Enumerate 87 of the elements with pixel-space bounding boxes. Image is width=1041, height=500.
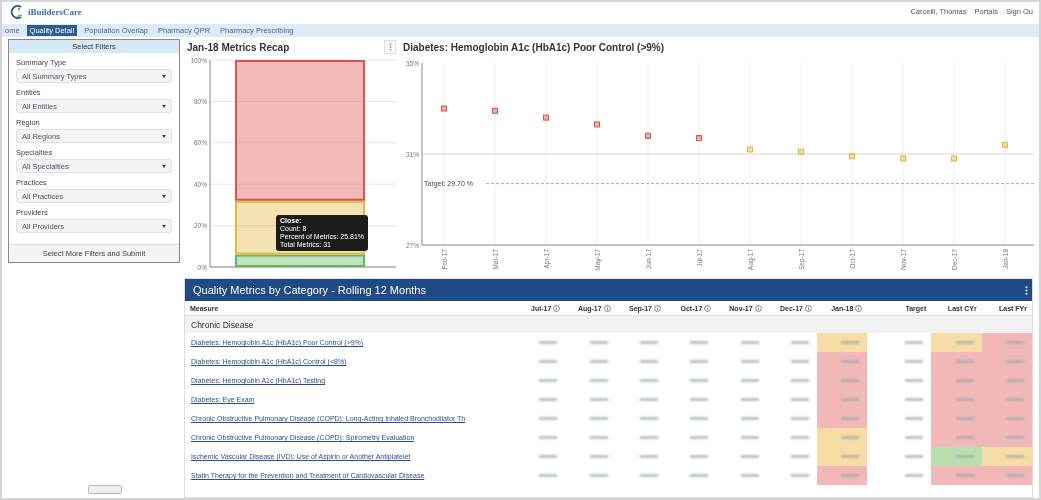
- blurred-value: [740, 455, 759, 458]
- caret-icon: [162, 194, 166, 198]
- blurred-value: [740, 360, 759, 363]
- blurred-value: [589, 398, 608, 401]
- blurred-value: [539, 474, 558, 477]
- blurred-value: [791, 455, 809, 458]
- caret-icon: [162, 224, 166, 228]
- blurred-value: [740, 398, 759, 401]
- blurred-value: [640, 360, 658, 363]
- blurred-value: [791, 360, 809, 363]
- blurred-value: [690, 417, 709, 420]
- info-icon[interactable]: [855, 304, 863, 312]
- blurred-value: [589, 341, 608, 344]
- blurred-value: [589, 455, 608, 458]
- blurred-value: [905, 417, 924, 420]
- blurred-value: [905, 455, 924, 458]
- menu-button[interactable]: [384, 40, 396, 54]
- blurred-value: [589, 436, 608, 439]
- blurred-value: [791, 474, 809, 477]
- blurred-value: [905, 436, 924, 439]
- blurred-value: [690, 436, 709, 439]
- blurred-value: [640, 398, 658, 401]
- blurred-value: [791, 379, 809, 382]
- info-icon[interactable]: [654, 304, 661, 312]
- blurred-value: [690, 474, 709, 477]
- blurred-value: [539, 436, 558, 439]
- blurred-value: [690, 455, 709, 458]
- blurred-value: [791, 341, 809, 344]
- blurred-value: [690, 341, 709, 344]
- data-point[interactable]: [798, 148, 804, 155]
- blurred-value: [589, 360, 608, 363]
- info-icon[interactable]: [805, 304, 812, 312]
- blurred-value: [539, 455, 558, 458]
- blurred-value: [640, 436, 658, 439]
- blurred-value: [740, 379, 759, 382]
- blurred-value: [589, 474, 608, 477]
- blurred-value: [791, 417, 809, 420]
- blurred-value: [791, 398, 809, 401]
- blurred-value: [640, 455, 658, 458]
- blurred-value: [539, 360, 558, 363]
- blurred-value: [589, 417, 608, 420]
- blurred-value: [539, 398, 558, 401]
- kebab-icon: [388, 43, 392, 51]
- blurred-value: [640, 341, 658, 344]
- blurred-value: [539, 417, 558, 420]
- blurred-value: [791, 436, 809, 439]
- blurred-value: [690, 379, 709, 382]
- blurred-value: [589, 379, 608, 382]
- blurred-value: [640, 417, 658, 420]
- logo-text[interactable]: iBuildersCare: [28, 7, 82, 17]
- blurred-value: [690, 360, 709, 363]
- info-icon[interactable]: [603, 304, 611, 312]
- blurred-value: [905, 360, 924, 363]
- blurred-value: [690, 398, 709, 401]
- chart-title: Diabetes: Hemoglobin A1c (HbA1c) Poor Control (>9%): [403, 41, 665, 53]
- info-icon[interactable]: [704, 304, 712, 312]
- data-point[interactable]: [594, 121, 600, 128]
- section-header: Chronic Disease: [185, 316, 1032, 333]
- chart-title: Jan-18 Metrics Recap: [187, 41, 290, 53]
- data-point[interactable]: [696, 135, 702, 142]
- blurred-value: [740, 417, 759, 420]
- blurred-value: [905, 379, 924, 382]
- blurred-value: [905, 398, 924, 401]
- caret-icon: [162, 104, 166, 108]
- data-point[interactable]: [645, 132, 651, 139]
- collapse-button[interactable]: [88, 485, 122, 494]
- blurred-value: [640, 474, 658, 477]
- blurred-value: [539, 341, 558, 344]
- data-point[interactable]: [441, 105, 447, 112]
- blurred-value: [905, 474, 924, 477]
- blurred-value: [539, 379, 558, 382]
- data-point[interactable]: [543, 114, 549, 121]
- data-point[interactable]: [492, 107, 498, 114]
- kebab-icon: [1025, 285, 1028, 295]
- table-title: Quality Metrics by Category - Rolling 12 Months: [193, 284, 426, 296]
- info-icon[interactable]: [553, 304, 561, 312]
- blurred-value: [740, 341, 759, 344]
- caret-icon: [162, 74, 166, 78]
- blurred-value: [640, 379, 658, 382]
- info-icon[interactable]: [754, 304, 762, 312]
- blurred-value: [740, 474, 759, 477]
- caret-icon: [162, 134, 166, 138]
- blurred-value: [740, 436, 759, 439]
- caret-icon: [162, 164, 166, 168]
- blurred-value: [905, 341, 924, 344]
- data-point[interactable]: [849, 153, 855, 160]
- data-point[interactable]: [1002, 141, 1008, 148]
